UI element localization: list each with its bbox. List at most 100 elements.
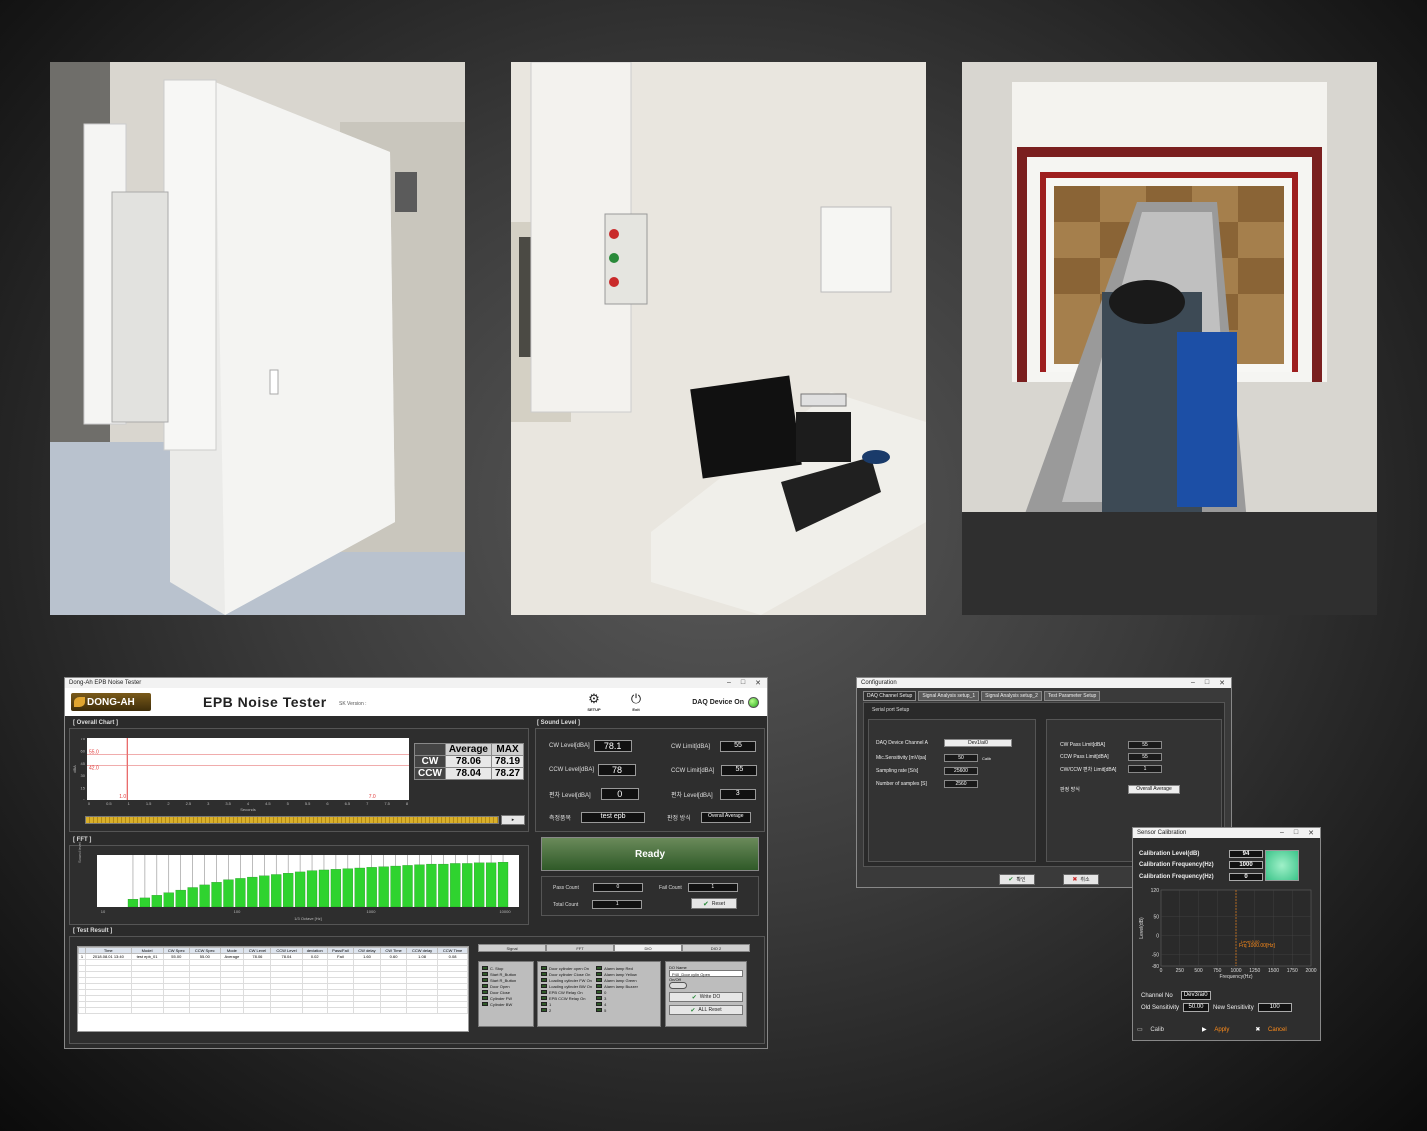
tab-test-parameter[interactable]: Test Parameter Setup	[1043, 691, 1101, 701]
total-count-label: Total Count	[553, 901, 579, 908]
cfg-judge-select[interactable]: Overall Average	[1128, 785, 1180, 794]
close-button[interactable]: ✕	[755, 679, 761, 687]
dev-limit-value[interactable]: 3	[719, 789, 756, 800]
overall-y-tick: 15	[81, 786, 86, 791]
do-item: Door cylinder Close On	[541, 971, 592, 977]
minimize-button[interactable]: –	[1280, 829, 1284, 837]
table-cell	[270, 1007, 303, 1014]
close-button[interactable]: ✕	[1219, 679, 1225, 687]
close-button[interactable]: ✕	[1308, 829, 1314, 837]
io-led-icon	[541, 996, 547, 1000]
io-label: Door Close	[490, 989, 511, 995]
fft-bar	[497, 862, 509, 908]
apply-button[interactable]: ▶ Apply	[1202, 1026, 1229, 1033]
maximize-button[interactable]: □	[741, 679, 745, 687]
photo-test-booth-exterior	[50, 62, 465, 615]
test-result-grid[interactable]: Time Model CW Spec CCW Spec Mode CW Level CCW …	[77, 946, 469, 1032]
measure-value[interactable]: test epb	[581, 812, 646, 823]
write-do-button[interactable]: ✔ Write DO	[669, 992, 743, 1002]
table-cell	[162, 1007, 191, 1014]
cal-freq-value[interactable]: 1000	[1229, 861, 1263, 869]
fft-bar	[462, 863, 473, 908]
table-cell	[406, 1007, 439, 1014]
samples-value[interactable]: 2560	[944, 780, 978, 788]
maximize-button[interactable]: □	[1294, 829, 1298, 837]
cancel-button[interactable]: ✖ Cancel	[1255, 1026, 1286, 1033]
x-icon: ✖	[1072, 877, 1078, 883]
io-led-icon	[596, 978, 603, 982]
overall-x-tick: 3	[207, 801, 210, 806]
io-led-icon	[541, 966, 547, 970]
io-label: Cylinder FW	[490, 995, 513, 1001]
do-name-select[interactable]: P40_Door cylin Open	[669, 970, 743, 977]
judge-select[interactable]: Overall Average	[700, 812, 751, 823]
tab-signal[interactable]: Signal	[478, 944, 546, 952]
cal-freq2-value: 0	[1229, 873, 1263, 881]
dong-ah-logo: DONG-AH	[71, 693, 151, 711]
dev-limit-row: 편차 Level[dBA] 3	[671, 789, 756, 800]
reset-button[interactable]: ✔ Reset	[691, 898, 737, 909]
cw-limit-value[interactable]: 55	[720, 741, 757, 752]
dev-limit-cfg-value[interactable]: 1	[1128, 765, 1162, 773]
mic-sens-value[interactable]: 50	[944, 754, 978, 762]
cal-level-value[interactable]: 94	[1229, 850, 1263, 858]
stats-ccw-max: 78.27	[490, 767, 525, 780]
sampling-rate-label: Sampling rate [S/s]	[876, 768, 919, 774]
calib-x-tick: 2000	[1305, 968, 1316, 974]
overall-chart-svg: 55.042.01.0 7.0	[87, 738, 409, 800]
fft-x-axis: 10 100 1000 10000 1/3 Octave [Hz]	[97, 908, 519, 922]
tab-signal-analysis-2[interactable]: Signal Analysis setup_2	[981, 691, 1042, 701]
tab-daq-channel-setup[interactable]: DAQ Channel Setup	[863, 691, 917, 701]
minimize-button[interactable]: –	[727, 679, 731, 687]
cw-pass-value[interactable]: 55	[1128, 741, 1162, 749]
overall-chart-label: [ Overall Chart ]	[73, 720, 119, 726]
all-reset-button[interactable]: ✔ ALL Reset	[669, 1005, 743, 1015]
dev-limit-cfg-row: CW/CCW 편차 Limit[dBA] 1	[1060, 765, 1162, 773]
overall-x-tick: 4.5	[265, 801, 271, 806]
do-onoff-toggle[interactable]	[669, 982, 687, 989]
fft-bar	[283, 873, 294, 908]
do-item: 2	[541, 1007, 592, 1013]
overall-x-tick: 8	[406, 801, 409, 806]
table-cell	[301, 1007, 328, 1014]
tab-fft[interactable]: FFT	[546, 944, 614, 952]
progress-scroll-button[interactable]: ▸	[501, 815, 525, 825]
table-cell	[326, 1007, 354, 1014]
daq-led-icon	[748, 697, 759, 708]
calib-y-tick: -50	[1152, 953, 1159, 959]
calib-footer: ▭ Calib ▶ Apply ✖ Cancel	[1137, 1022, 1317, 1036]
ccw-limit-value[interactable]: 55	[721, 765, 758, 776]
fft-bar	[235, 878, 246, 908]
minimize-button[interactable]: –	[1191, 679, 1195, 687]
overall-x-tick: 7	[366, 801, 369, 806]
maximize-button[interactable]: □	[1205, 679, 1209, 687]
tab-signal-analysis-1[interactable]: Signal Analysis setup_1	[918, 691, 980, 701]
overall-annotation: 55.0	[89, 750, 99, 756]
samples-label: Number of samples [S]	[876, 781, 927, 787]
fft-x-label: 1/3 Octave [Hz]	[294, 916, 322, 921]
io-led-icon	[541, 990, 547, 994]
config-cancel-button[interactable]: ✖ 취소	[1063, 874, 1099, 885]
calib-link[interactable]: Calib	[982, 756, 991, 761]
io-label: Door cylinder Close On	[549, 971, 591, 977]
daq-channel-select[interactable]: Dev1/ai0	[944, 739, 1012, 747]
setup-button[interactable]: ⚙ SETUP	[584, 691, 604, 713]
calib-y-tick: 50	[1153, 915, 1159, 921]
sampling-rate-value[interactable]: 25600	[944, 767, 978, 775]
exit-button[interactable]: ⏻ Exit	[626, 691, 646, 713]
check-icon: ✔	[703, 900, 709, 908]
calib-action[interactable]: ▭ Calib	[1137, 1026, 1164, 1033]
ccw-pass-value[interactable]: 55	[1128, 753, 1162, 761]
fft-bar	[127, 899, 139, 908]
table-cell	[352, 1007, 382, 1014]
io-label: Loading cylinder FW On	[549, 977, 592, 983]
tab-dio-2[interactable]: DIO 2	[682, 944, 750, 952]
tab-dio[interactable]: DIO	[614, 944, 682, 952]
overall-annotation: 42.0	[89, 765, 99, 771]
config-ok-button[interactable]: ✔ 확인	[999, 874, 1035, 885]
stats-header-max: MAX	[490, 743, 525, 756]
io-led-icon	[596, 966, 603, 970]
table-cell	[78, 1007, 86, 1014]
io-led-icon	[482, 972, 488, 976]
overall-y-label: dBA	[73, 765, 77, 773]
